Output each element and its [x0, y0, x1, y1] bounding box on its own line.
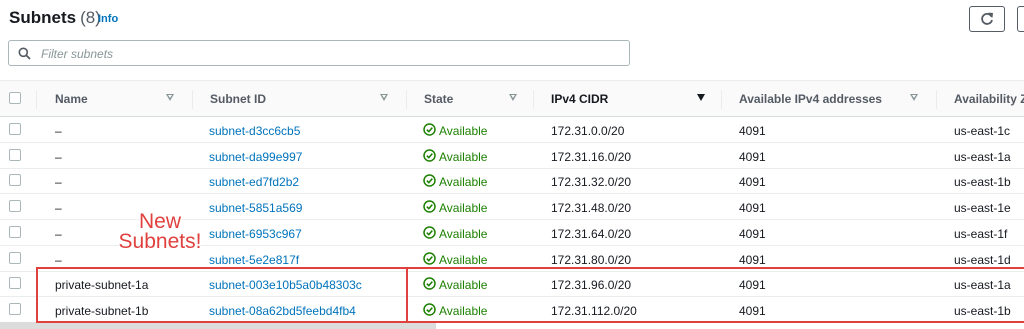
cell-state: Available	[423, 123, 488, 138]
row-checkbox[interactable]	[9, 303, 21, 315]
row-checkbox[interactable]	[9, 200, 21, 212]
check-circle-icon	[423, 200, 436, 213]
column-divider	[406, 90, 407, 109]
cell-state: Available	[423, 252, 488, 267]
cell-availability-zone: us-east-1a	[954, 150, 1011, 164]
cell-state: Available	[423, 226, 488, 241]
cell-ipv4-cidr: 172.31.64.0/20	[551, 227, 632, 241]
filter-input[interactable]	[39, 44, 623, 64]
refresh-button[interactable]	[969, 6, 1005, 32]
page-title-text: Subnets	[9, 8, 77, 27]
state-label: Available	[439, 201, 488, 215]
table-row[interactable]: – subnet-d3cc6cb5 Available 172.31.0.0/20 40…	[0, 117, 1024, 143]
cell-availability-zone: us-east-1e	[954, 201, 1011, 215]
row-checkbox[interactable]	[9, 174, 21, 186]
row-checkbox[interactable]	[9, 252, 21, 264]
cell-state: Available	[423, 174, 488, 189]
state-label: Available	[439, 150, 488, 164]
cell-available-ips: 4091	[739, 175, 766, 189]
cell-availability-zone: us-east-1f	[954, 227, 1008, 241]
cell-ipv4-cidr: 172.31.0.0/20	[551, 124, 625, 138]
sort-caret-icon[interactable]	[697, 94, 705, 101]
info-link[interactable]: Info	[98, 13, 118, 25]
cell-ipv4-cidr: 172.31.80.0/20	[551, 253, 632, 267]
search-icon	[18, 47, 31, 60]
select-all-checkbox[interactable]	[9, 92, 21, 104]
actions-button[interactable]	[1017, 6, 1024, 32]
column-header-availability-zone[interactable]: Availability Z	[954, 92, 1024, 106]
cell-name: –	[55, 124, 62, 138]
column-divider	[36, 90, 37, 109]
cell-subnet-id-link[interactable]: subnet-5851a569	[209, 201, 302, 215]
annotation-line-2: Subnets!	[118, 230, 202, 253]
row-checkbox[interactable]	[9, 123, 21, 135]
refresh-icon	[981, 12, 993, 25]
cell-state: Available	[423, 149, 488, 164]
cell-name: –	[55, 150, 62, 164]
check-circle-icon	[423, 149, 436, 162]
cell-available-ips: 4091	[739, 150, 766, 164]
column-header-subnet-id[interactable]: Subnet ID	[210, 92, 266, 106]
column-divider	[936, 90, 937, 109]
cell-ipv4-cidr: 172.31.32.0/20	[551, 175, 632, 189]
horizontal-scrollbar[interactable]	[0, 322, 436, 329]
column-header-ipv4-cidr[interactable]: IPv4 CIDR	[551, 92, 608, 106]
highlight-box-extension	[405, 267, 1024, 323]
column-header-state[interactable]: State	[424, 92, 453, 106]
check-circle-icon	[423, 226, 436, 239]
cell-name: –	[55, 253, 62, 267]
row-checkbox[interactable]	[9, 277, 21, 289]
column-divider	[533, 90, 534, 109]
cell-available-ips: 4091	[739, 253, 766, 267]
column-header-available-ips[interactable]: Available IPv4 addresses	[739, 92, 882, 106]
filter-box	[8, 40, 630, 66]
cell-subnet-id-link[interactable]: subnet-5e2e817f	[209, 253, 299, 267]
cell-subnet-id-link[interactable]: subnet-ed7fd2b2	[209, 175, 299, 189]
cell-state: Available	[423, 200, 488, 215]
new-subnets-annotation: New Subnets!	[105, 210, 215, 253]
cell-available-ips: 4091	[739, 201, 766, 215]
check-circle-icon	[423, 252, 436, 265]
highlight-box	[36, 267, 408, 323]
cell-availability-zone: us-east-1d	[954, 253, 1011, 267]
table-header: Name Subnet ID State IPv4 CIDR Available…	[0, 80, 1024, 117]
cell-name: –	[55, 201, 62, 215]
state-label: Available	[439, 227, 488, 241]
sort-caret-icon[interactable]	[910, 94, 918, 101]
cell-subnet-id-link[interactable]: subnet-6953c967	[209, 227, 302, 241]
table-row[interactable]: – subnet-da99e997 Available 172.31.16.0/20 4…	[0, 143, 1024, 169]
cell-available-ips: 4091	[739, 124, 766, 138]
sort-caret-icon[interactable]	[509, 94, 517, 101]
column-header-name[interactable]: Name	[55, 92, 88, 106]
table-row[interactable]: – subnet-ed7fd2b2 Available 172.31.32.0/20 4…	[0, 168, 1024, 194]
cell-subnet-id-link[interactable]: subnet-da99e997	[209, 150, 302, 164]
state-label: Available	[439, 175, 488, 189]
check-circle-icon	[423, 174, 436, 187]
cell-subnet-id-link[interactable]: subnet-d3cc6cb5	[209, 124, 300, 138]
column-divider	[721, 90, 722, 109]
column-divider	[192, 90, 193, 109]
sort-caret-icon[interactable]	[380, 94, 388, 101]
state-label: Available	[439, 124, 488, 138]
cell-available-ips: 4091	[739, 227, 766, 241]
page-header: Subnets (8) Info	[0, 0, 1024, 40]
row-checkbox[interactable]	[9, 226, 21, 238]
cell-name: –	[55, 227, 62, 241]
cell-ipv4-cidr: 172.31.48.0/20	[551, 201, 632, 215]
cell-availability-zone: us-east-1b	[954, 175, 1011, 189]
cell-name: –	[55, 175, 62, 189]
sort-caret-icon[interactable]	[166, 94, 174, 101]
cell-availability-zone: us-east-1c	[954, 124, 1011, 138]
check-circle-icon	[423, 123, 436, 136]
cell-ipv4-cidr: 172.31.16.0/20	[551, 150, 632, 164]
state-label: Available	[439, 253, 488, 267]
annotation-line-1: New	[138, 210, 181, 233]
row-checkbox[interactable]	[9, 149, 21, 161]
page-title: Subnets (8)	[9, 8, 101, 28]
